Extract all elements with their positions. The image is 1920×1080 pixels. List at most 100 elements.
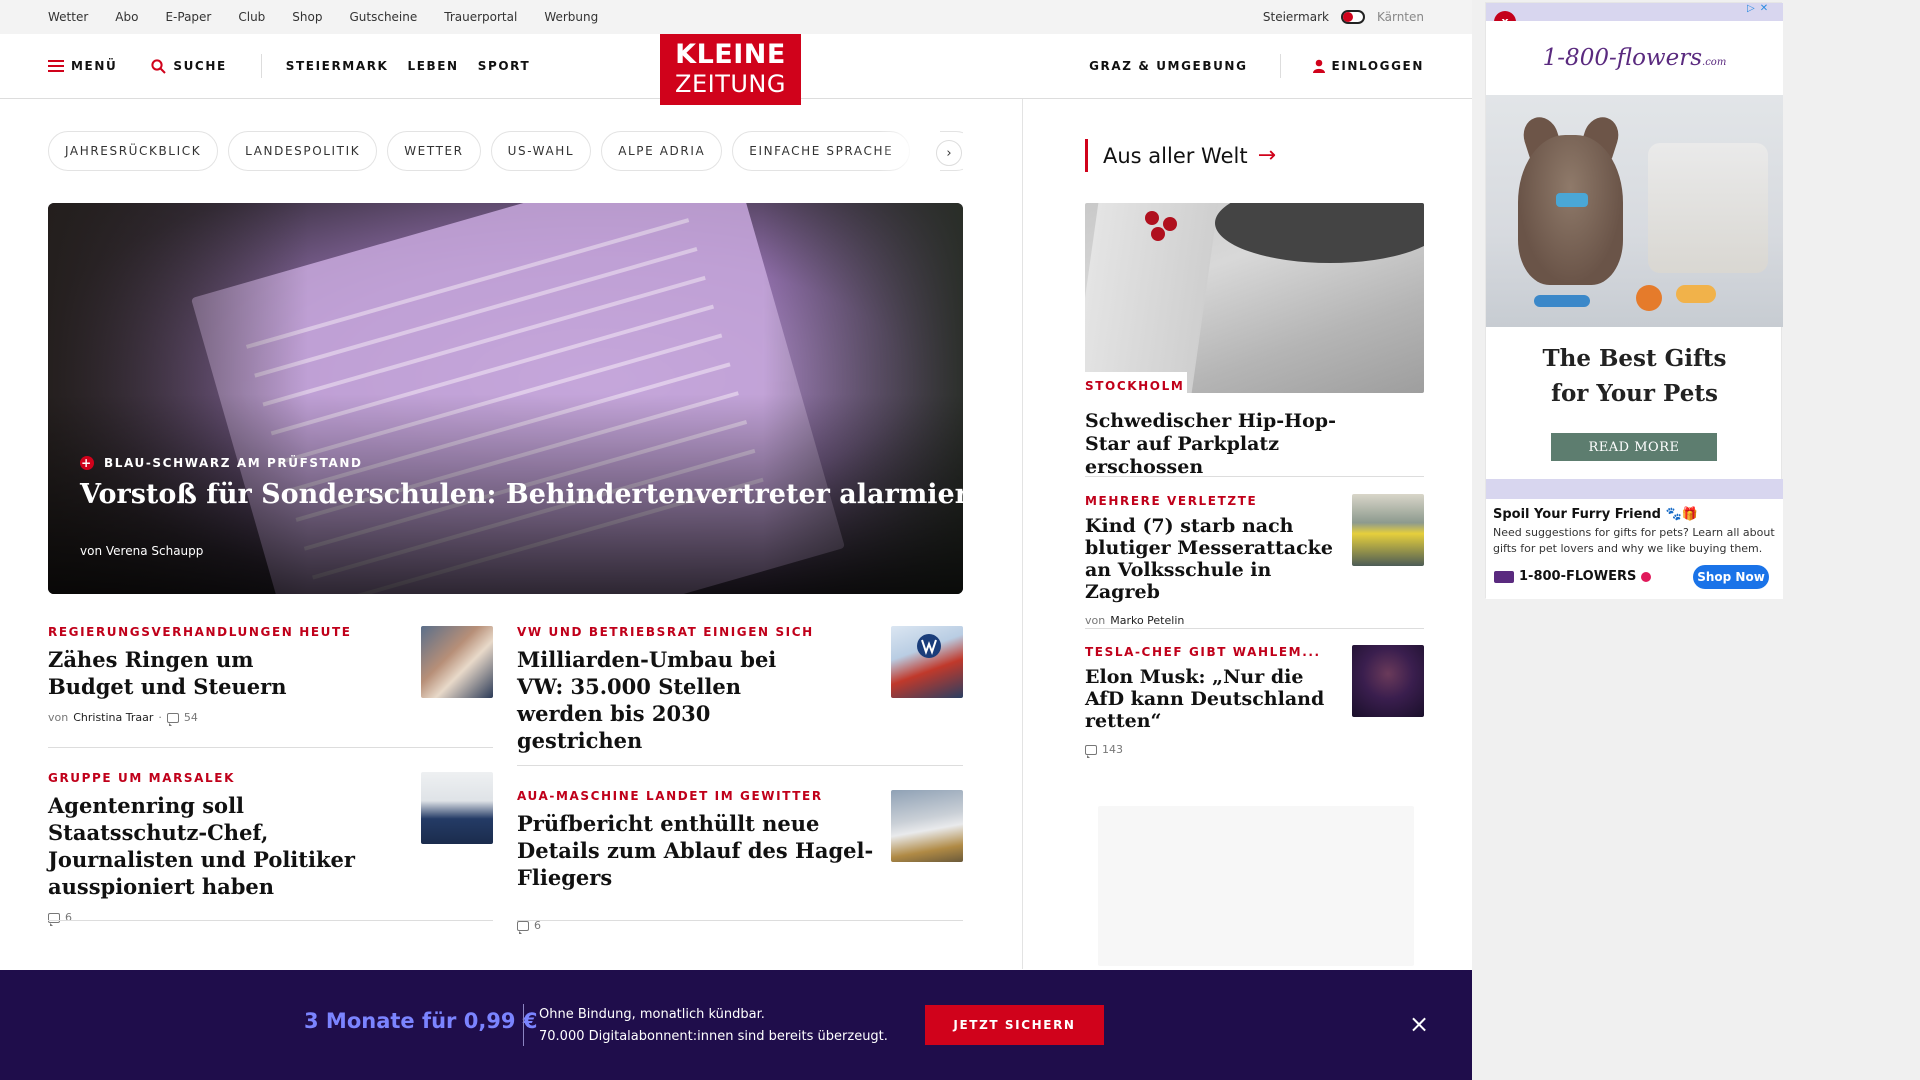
teaser-title[interactable]: Milliarden-Umbau bei VW: 35.000 Stellen … [517, 646, 817, 754]
hero-author-name[interactable]: Verena Schaupp [106, 544, 204, 558]
user-icon [1312, 59, 1325, 73]
close-icon[interactable]: × [1409, 1012, 1429, 1036]
tags-next-button[interactable]: › [936, 140, 962, 166]
ad-image-toy [1534, 295, 1590, 307]
teaser-article[interactable]: AUA-MASCHINE LANDET IM GEWITTER Prüfberi… [517, 789, 877, 934]
comment-count[interactable]: 54 [184, 711, 198, 724]
util-link-trauerportal[interactable]: Trauerportal [444, 10, 517, 24]
util-link-abo[interactable]: Abo [115, 10, 138, 24]
author-name[interactable]: Marko Petelin [1110, 614, 1184, 627]
region-inactive-label[interactable]: Kärnten [1377, 10, 1424, 24]
nav-category-steiermark[interactable]: STEIERMARK [286, 59, 389, 73]
tag-landespolitik[interactable]: LANDESPOLITIK [228, 131, 378, 171]
advertisement[interactable]: ▷✕ x 1-800-flowers.com The Best Gifts fo… [1485, 2, 1783, 599]
hero-title[interactable]: Vorstoß für Sonderschulen: Behindertenve… [80, 479, 963, 510]
comment-count[interactable]: 6 [65, 911, 72, 924]
ad-image-toy [1676, 285, 1716, 303]
right-article[interactable]: MEHRERE VERLETZTE Kind (7) starb nach bl… [1085, 494, 1335, 627]
right-title[interactable]: Kind (7) starb nach blutiger Messerattac… [1085, 515, 1335, 603]
right-article[interactable]: TESLA-CHEF GIBT WAHLEM... Elon Musk: „Nu… [1085, 645, 1335, 758]
util-link-wetter[interactable]: Wetter [48, 10, 88, 24]
ad-brand-logo[interactable]: 1-800-flowers.com [1486, 21, 1783, 95]
site-logo[interactable]: KLEINE ZEITUNG [660, 34, 801, 105]
util-link-shop[interactable]: Shop [292, 10, 322, 24]
ad-read-more-button[interactable]: READ MORE [1551, 433, 1717, 461]
teaser-title[interactable]: Agentenring soll Staatsschutz-Chef, Jour… [48, 792, 388, 900]
vw-logo-icon [917, 634, 941, 658]
teaser-title[interactable]: Prüfbericht enthüllt neue Details zum Ab… [517, 810, 877, 891]
region-active-label[interactable]: Steiermark [1263, 10, 1329, 24]
util-link-werbung[interactable]: Werbung [544, 10, 598, 24]
lead-title[interactable]: Schwedischer Hip-Hop-Star auf Parkplatz … [1085, 410, 1355, 479]
region-toggle[interactable] [1340, 10, 1365, 24]
search-button[interactable]: SUCHE [151, 58, 227, 74]
nav-region-link[interactable]: GRAZ & UMGEBUNG [1089, 59, 1247, 73]
teaser-title[interactable]: Zähes Ringen um Budget und Steuern [48, 646, 298, 700]
ad-shop-now-button[interactable]: Shop Now [1693, 565, 1769, 589]
tag-wetter[interactable]: WETTER [387, 131, 481, 171]
hamburger-icon [48, 60, 64, 72]
tag-alpe-adria[interactable]: ALPE ADRIA [601, 131, 723, 171]
plus-icon: + [80, 456, 94, 470]
ad-foot-title[interactable]: Spoil Your Furry Friend 🐾🎁 [1493, 507, 1776, 522]
promo-cta-button[interactable]: JETZT SICHERN [925, 1005, 1104, 1045]
topic-tags: JAHRESRÜCKBLICK LANDESPOLITIK WETTER US-… [48, 131, 963, 171]
ad-foot-brand[interactable]: 1-800-FLOWERS [1494, 569, 1652, 584]
row-divider [517, 765, 963, 766]
ad-image[interactable] [1486, 95, 1783, 327]
section-header-aus-aller-welt[interactable]: Aus aller Welt → [1085, 139, 1276, 172]
toggle-knob [1342, 12, 1353, 22]
nav-category-leben[interactable]: LEBEN [407, 59, 458, 73]
comment-icon [166, 712, 179, 726]
region-switch: Steiermark Kärnten [1263, 0, 1424, 34]
nav-category-sport[interactable]: SPORT [478, 59, 531, 73]
author-prefix: von [1085, 614, 1106, 627]
teaser-article[interactable]: VW UND BETRIEBSRAT EINIGEN SICH Milliard… [517, 625, 877, 754]
tag-us-wahl[interactable]: US-WAHL [490, 131, 592, 171]
image-rose [1151, 227, 1165, 241]
teaser-article[interactable]: GRUPPE UM MARSALEK Agentenring soll Staa… [48, 771, 388, 926]
teaser-thumbnail[interactable] [891, 626, 963, 698]
util-link-epaper[interactable]: E-Paper [165, 10, 211, 24]
main-navigation: MENÜ SUCHE STEIERMARK LEBEN SPORT KLEINE… [0, 34, 1472, 105]
nav-divider-right [1279, 54, 1281, 78]
right-article-thumbnail[interactable] [1352, 645, 1424, 717]
right-kicker: MEHRERE VERLETZTE [1085, 494, 1258, 508]
image-rose [1145, 211, 1159, 225]
comment-count[interactable]: 143 [1102, 743, 1123, 756]
teaser-article[interactable]: REGIERUNGSVERHANDLUNGEN HEUTE Zähes Ring… [48, 625, 388, 726]
adchoices-icon[interactable]: ▷ ✕ [1747, 3, 1777, 18]
login-button[interactable]: EINLOGGEN [1312, 59, 1424, 73]
row-divider [1085, 628, 1424, 629]
utility-links: Wetter Abo E-Paper Club Shop Gutscheine … [48, 0, 625, 34]
lead-article[interactable]: Schwedischer Hip-Hop-Star auf Parkplatz … [1085, 403, 1385, 479]
teaser-thumbnail[interactable] [891, 790, 963, 862]
verified-icon [1641, 571, 1652, 582]
right-article-thumbnail[interactable] [1352, 494, 1424, 566]
lead-article-image[interactable] [1085, 203, 1424, 393]
ad-foot-description: Need suggestions for gifts for pets? Lea… [1493, 526, 1775, 555]
hero-kicker-text: BLAU-SCHWARZ AM PRÜFSTAND [104, 456, 363, 470]
promo-divider [523, 1004, 524, 1046]
hero-article[interactable]: + BLAU-SCHWARZ AM PRÜFSTAND Vorstoß für … [48, 203, 963, 594]
tag-jahresrueckblick[interactable]: JAHRESRÜCKBLICK [48, 131, 219, 171]
teaser-kicker: AUA-MASCHINE LANDET IM GEWITTER [517, 789, 823, 803]
ad-image-toy [1636, 285, 1662, 311]
comment-icon [517, 920, 529, 934]
comment-icon [48, 912, 60, 926]
teaser-thumbnail[interactable] [421, 772, 493, 844]
right-title[interactable]: Elon Musk: „Nur die AfD kann Deutschland… [1085, 666, 1335, 732]
teaser-thumbnail[interactable] [421, 626, 493, 698]
search-icon [151, 58, 167, 74]
menu-button[interactable]: MENÜ [48, 59, 117, 73]
nav-left: MENÜ SUCHE STEIERMARK LEBEN SPORT [48, 34, 549, 98]
promo-price: 3 Monate für 0,99 € [304, 1009, 538, 1033]
author-name[interactable]: Christina Traar [73, 711, 153, 724]
search-label: SUCHE [173, 59, 227, 73]
teaser-meta: von Christina Traar · 54 [48, 711, 388, 726]
promo-line2: 70.000 Digitalabonnent:innen sind bereit… [539, 1029, 888, 1044]
row-divider [1085, 476, 1424, 477]
util-link-club[interactable]: Club [238, 10, 265, 24]
util-link-gutscheine[interactable]: Gutscheine [349, 10, 417, 24]
login-label: EINLOGGEN [1331, 59, 1424, 73]
